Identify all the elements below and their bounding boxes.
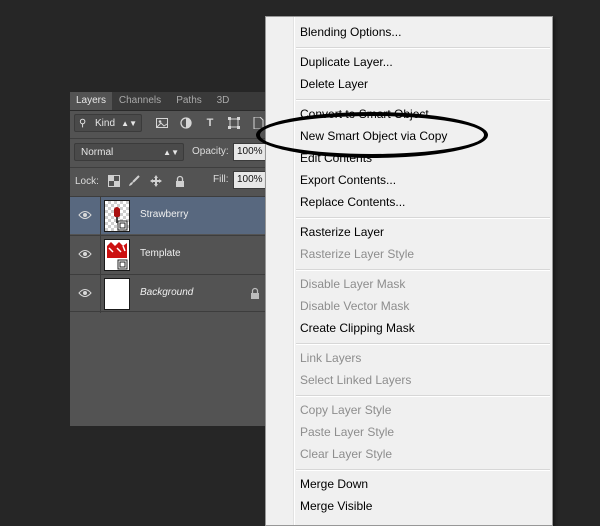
- menu-item-create-clipping-mask[interactable]: Create Clipping Mask: [300, 319, 415, 337]
- tab-3d[interactable]: 3D: [210, 92, 236, 110]
- brush-icon[interactable]: [128, 175, 140, 187]
- lock-label: Lock:: [75, 176, 99, 187]
- layer-name[interactable]: Background: [140, 287, 193, 298]
- menu-separator: [296, 395, 550, 397]
- layer-row-background[interactable]: Background: [70, 274, 270, 313]
- chevron-updown-icon: ▲▼: [121, 119, 137, 128]
- menu-item-paste-layer-style[interactable]: Paste Layer Style: [300, 423, 394, 441]
- menu-item-export-contents[interactable]: Export Contents...: [300, 171, 396, 189]
- menu-item-convert-to-smart-object[interactable]: Convert to Smart Object: [300, 105, 429, 123]
- divider: [100, 275, 101, 313]
- eye-icon[interactable]: [78, 249, 92, 259]
- search-icon: ⚲: [79, 118, 87, 129]
- blend-mode-value: Normal: [81, 147, 114, 158]
- menu-item-new-smart-object-via-copy[interactable]: New Smart Object via Copy: [300, 127, 447, 145]
- layers-panel: Layers Channels Paths 3D ⚲ Kind ▲▼ T Nor…: [70, 92, 273, 426]
- tab-layers[interactable]: Layers: [70, 92, 112, 110]
- chevron-updown-icon: ▲▼: [163, 148, 179, 157]
- menu-item-edit-contents[interactable]: Edit Contents: [300, 149, 372, 167]
- menu-separator: [296, 269, 550, 271]
- lock-transparent-pixels-icon[interactable]: [108, 175, 120, 187]
- menu-item-rasterize-layer[interactable]: Rasterize Layer: [300, 223, 384, 241]
- menu-separator: [296, 469, 550, 471]
- menu-gutter: [293, 17, 295, 525]
- menu-item-rasterize-layer-style[interactable]: Rasterize Layer Style: [300, 245, 414, 263]
- move-icon[interactable]: [150, 175, 162, 187]
- menu-item-select-linked-layers[interactable]: Select Linked Layers: [300, 371, 411, 389]
- layer-name[interactable]: Strawberry: [140, 209, 188, 220]
- type-filter-icon[interactable]: T: [204, 117, 216, 129]
- layer-row-template[interactable]: Template: [70, 235, 270, 274]
- menu-separator: [296, 99, 550, 101]
- layer-row-strawberry[interactable]: Strawberry: [70, 196, 270, 235]
- tab-paths[interactable]: Paths: [168, 92, 210, 110]
- layer-thumbnail: [104, 200, 130, 232]
- layer-thumbnail: [104, 239, 130, 271]
- divider: [100, 197, 101, 235]
- lock-icon[interactable]: [174, 175, 186, 187]
- filter-kind-select[interactable]: ⚲ Kind ▲▼: [74, 114, 142, 132]
- menu-item-replace-contents[interactable]: Replace Contents...: [300, 193, 405, 211]
- menu-item-link-layers[interactable]: Link Layers: [300, 349, 361, 367]
- menu-item-merge-visible[interactable]: Merge Visible: [300, 497, 372, 515]
- smart-object-filter-icon[interactable]: [252, 116, 264, 130]
- menu-item-copy-layer-style[interactable]: Copy Layer Style: [300, 401, 391, 419]
- adjustment-filter-icon[interactable]: [180, 117, 192, 129]
- tab-channels[interactable]: Channels: [112, 92, 168, 110]
- fill-label: Fill:: [213, 174, 229, 185]
- layer-thumbnail: [104, 278, 130, 310]
- menu-item-duplicate-layer[interactable]: Duplicate Layer...: [300, 53, 393, 71]
- layer-name[interactable]: Template: [140, 248, 181, 259]
- menu-item-blending-options[interactable]: Blending Options...: [300, 23, 401, 41]
- divider: [70, 167, 270, 168]
- blend-mode-select[interactable]: Normal ▲▼: [74, 143, 184, 161]
- image-filter-icon[interactable]: [156, 117, 168, 129]
- menu-separator: [296, 343, 550, 345]
- menu-item-delete-layer[interactable]: Delete Layer: [300, 75, 368, 93]
- menu-separator: [296, 47, 550, 49]
- menu-item-disable-layer-mask[interactable]: Disable Layer Mask: [300, 275, 405, 293]
- menu-separator: [296, 217, 550, 219]
- layer-context-menu: Blending Options... Duplicate Layer... D…: [265, 16, 553, 526]
- panel-tab-bar: Layers Channels Paths 3D: [70, 92, 270, 111]
- shape-filter-icon[interactable]: [228, 117, 240, 129]
- divider: [100, 236, 101, 274]
- eye-icon[interactable]: [78, 210, 92, 220]
- menu-item-merge-down[interactable]: Merge Down: [300, 475, 368, 493]
- lock-icon: [251, 287, 259, 299]
- menu-item-disable-vector-mask[interactable]: Disable Vector Mask: [300, 297, 409, 315]
- menu-item-clear-layer-style[interactable]: Clear Layer Style: [300, 445, 392, 463]
- opacity-label: Opacity:: [192, 146, 229, 157]
- eye-icon[interactable]: [78, 288, 92, 298]
- divider: [70, 138, 270, 139]
- filter-kind-label: Kind: [95, 118, 116, 129]
